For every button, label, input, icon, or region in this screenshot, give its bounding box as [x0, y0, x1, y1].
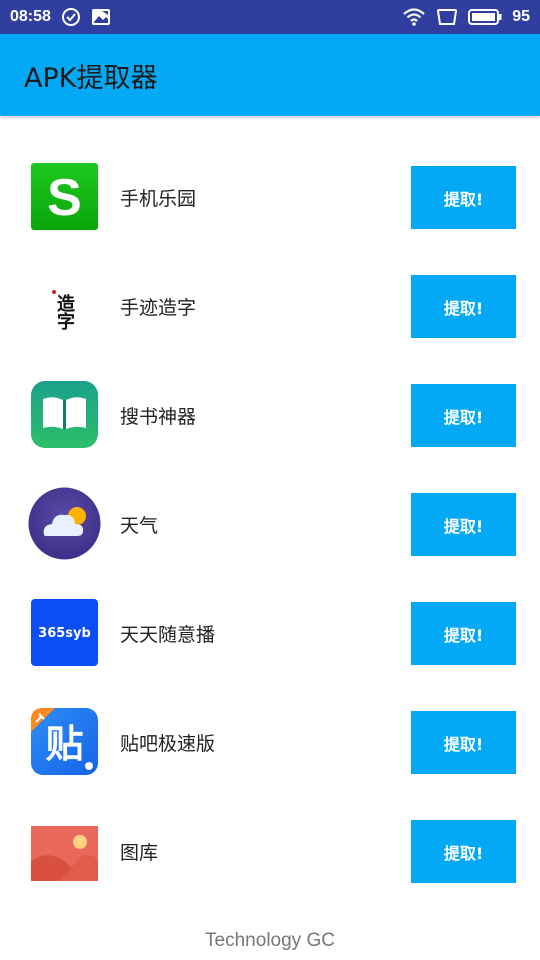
footer-text: Technology GC — [205, 930, 335, 951]
extract-button[interactable]: 提取! — [411, 602, 516, 665]
extract-button[interactable]: 提取! — [411, 711, 516, 774]
page-title: APK提取器 — [24, 62, 158, 94]
app-name: 手迹造字 — [120, 297, 197, 319]
list-item: 造字 手迹造字 提取! — [0, 225, 540, 339]
list-item: 365syb 天天随意播 提取! — [0, 552, 540, 666]
list-item: 图库 提取! — [0, 770, 540, 883]
status-time: 08:58 — [10, 8, 51, 25]
list-item: 天气 提取! — [0, 443, 540, 560]
sousushenqi-book-icon — [31, 381, 98, 448]
battery-level: 95 — [512, 8, 530, 25]
screen-icon — [436, 8, 458, 26]
list-item: S 手机乐园 提取! — [0, 116, 540, 230]
icon-text: 造字 — [54, 293, 75, 331]
battery-icon — [468, 9, 502, 25]
shoujileyuan-s-icon: S — [31, 163, 98, 230]
svg-text:S: S — [47, 169, 82, 227]
status-bar: 08:58 95 — [0, 0, 540, 34]
app-name: 图库 — [120, 842, 159, 864]
app-name: 贴吧极速版 — [120, 733, 216, 755]
tiantiansuiyibo-365syb-icon: 365syb — [31, 599, 98, 666]
extract-button[interactable]: 提取! — [411, 493, 516, 556]
app-name: 手机乐园 — [120, 188, 197, 210]
list-item: 搜书神器 提取! — [0, 334, 540, 448]
extract-button[interactable]: 提取! — [411, 166, 516, 229]
extract-button[interactable]: 提取! — [411, 275, 516, 338]
shoujizaozi-calligraphy-icon: 造字 — [31, 272, 98, 339]
tieba-lite-icon: 贴 — [31, 708, 98, 775]
app-bar: APK提取器 — [0, 34, 540, 116]
app-name: 搜书神器 — [120, 406, 197, 428]
image-notification-icon — [91, 8, 111, 26]
app-name: 天气 — [120, 515, 159, 537]
extract-button[interactable]: 提取! — [411, 384, 516, 447]
extract-button[interactable]: 提取! — [411, 820, 516, 883]
weather-cloud-sun-icon — [28, 487, 101, 560]
app-name: 天天随意播 — [120, 624, 216, 646]
icon-text: 365syb — [38, 626, 91, 641]
wifi-icon — [402, 7, 426, 27]
gallery-picture-icon — [31, 817, 98, 884]
check-circle-icon — [61, 7, 81, 27]
icon-text: 贴 — [45, 722, 83, 766]
list-item: 贴 贴吧极速版 提取! — [0, 661, 540, 775]
